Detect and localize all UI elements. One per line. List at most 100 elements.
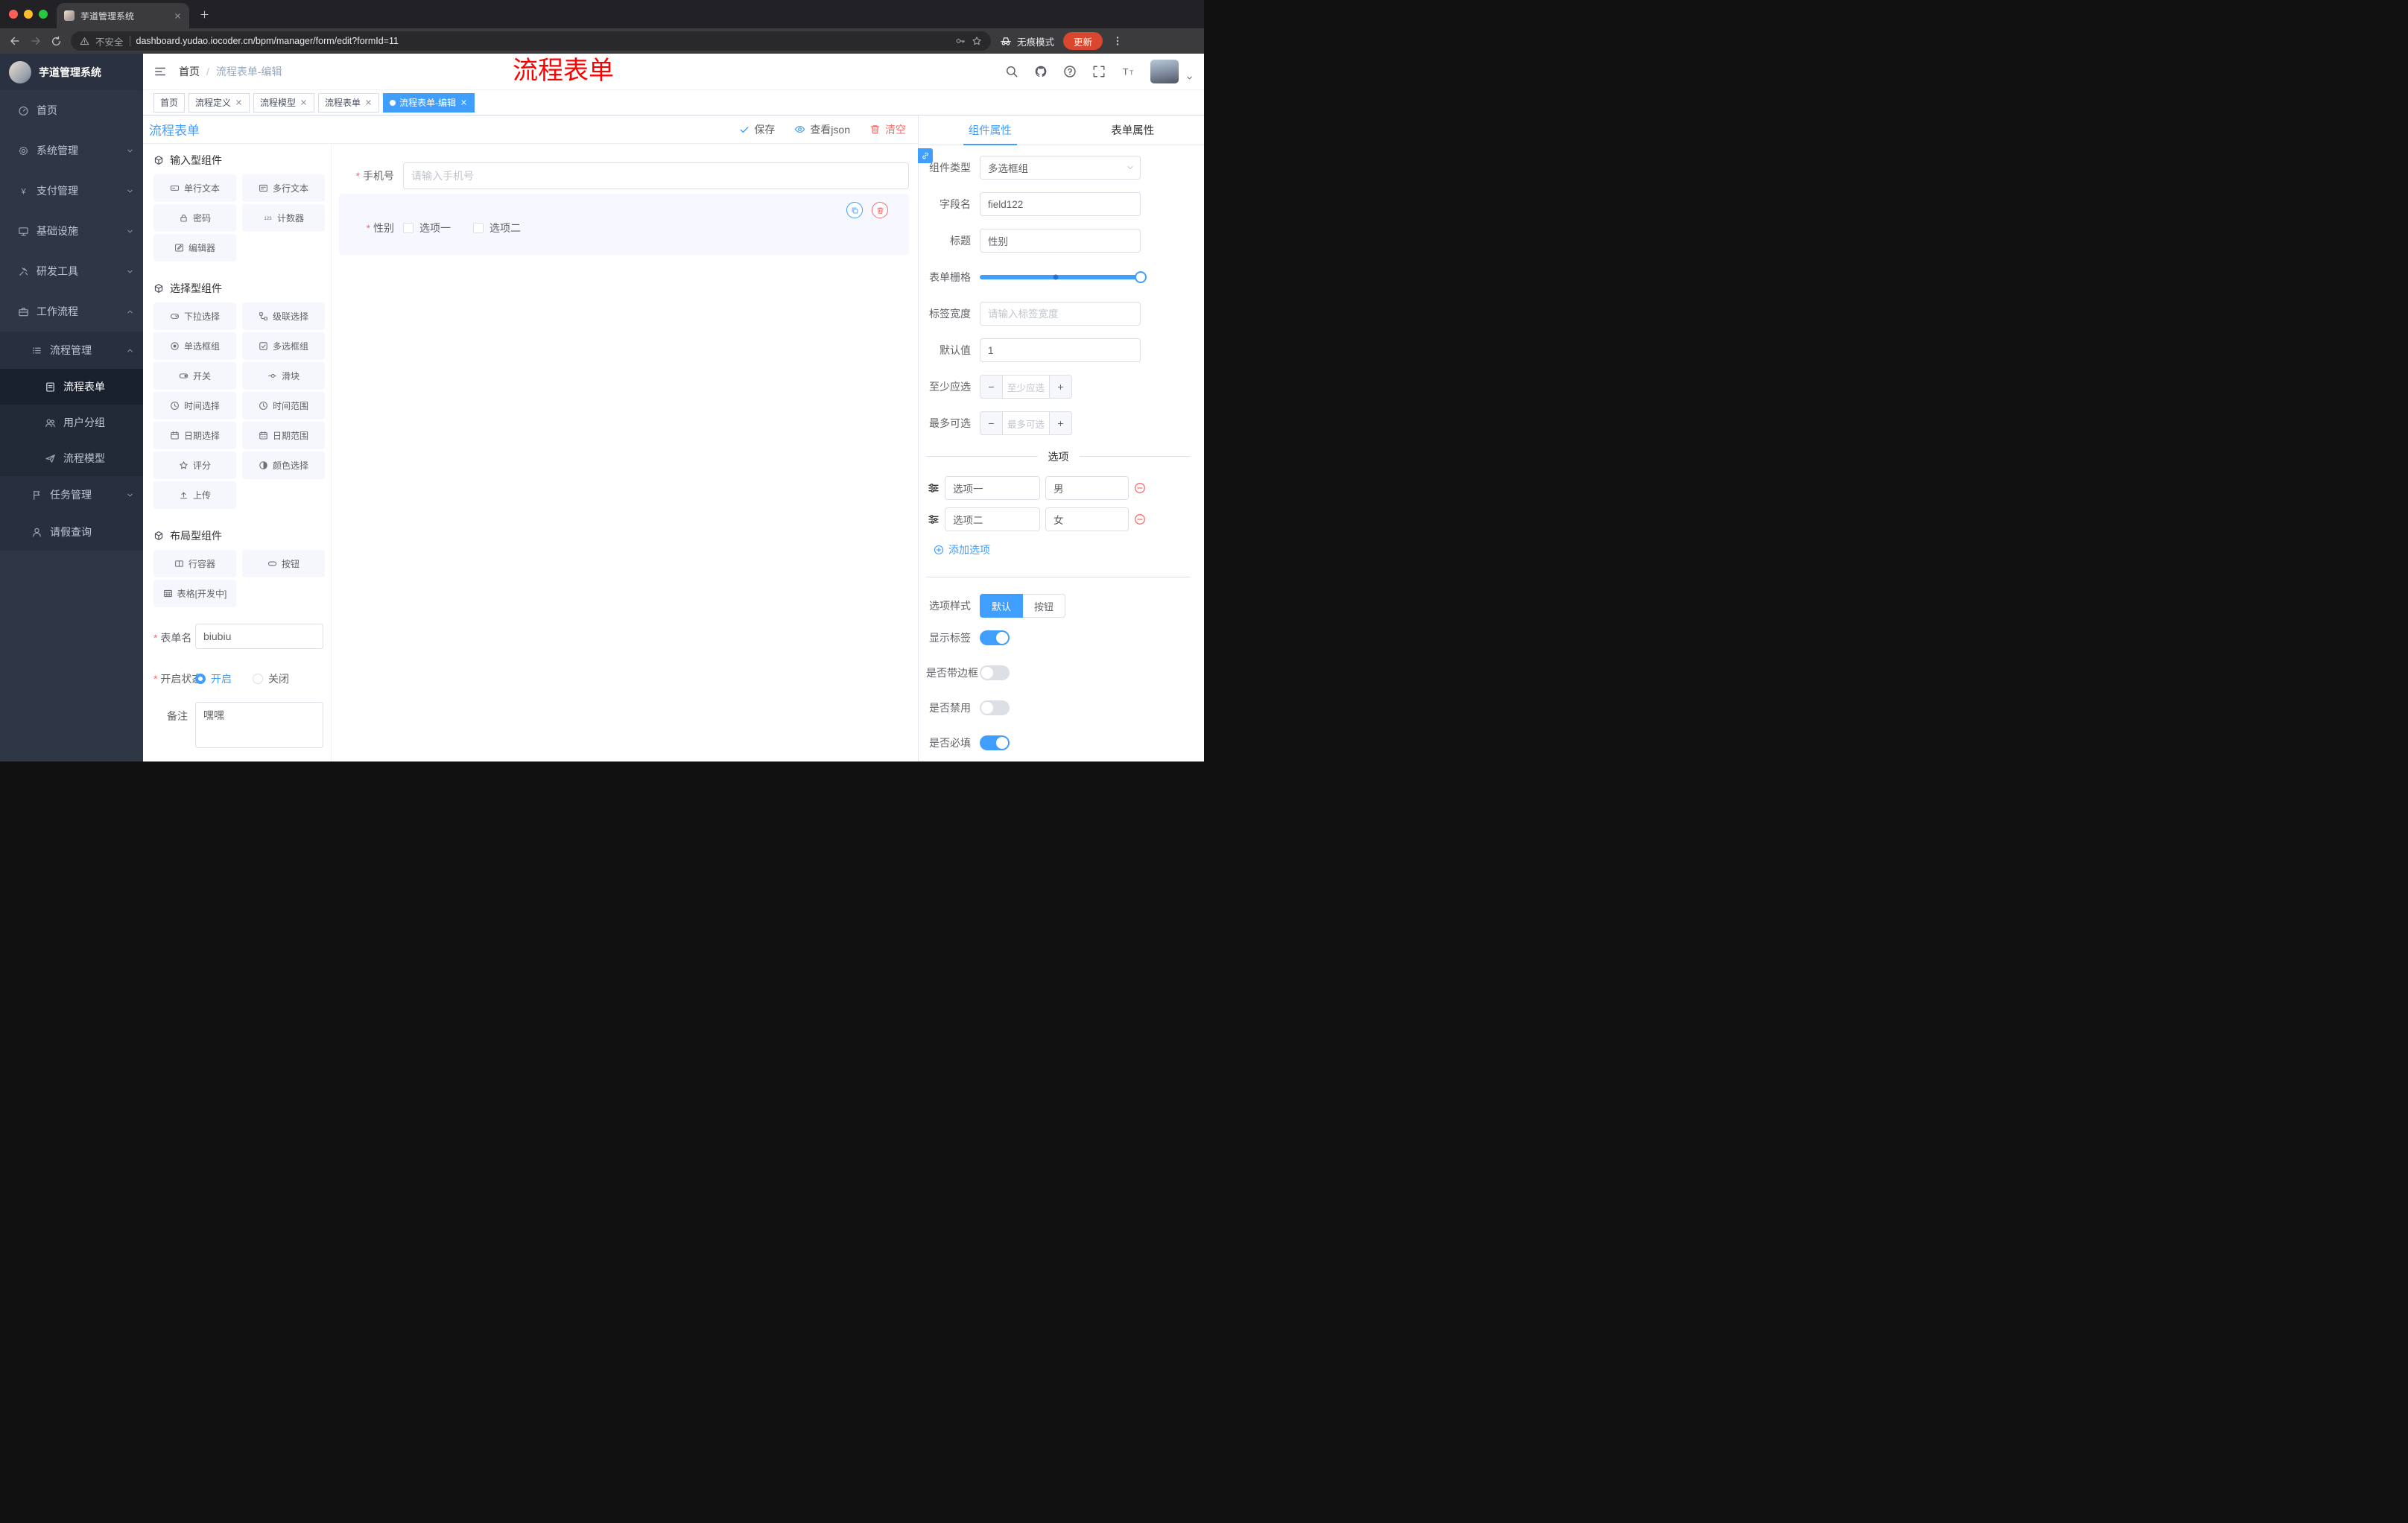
palette-item-button[interactable]: 按钮 bbox=[242, 550, 325, 577]
remark-textarea[interactable]: 嘿嘿 bbox=[195, 702, 323, 748]
gender-option-2-checkbox[interactable]: 选项二 bbox=[473, 221, 521, 235]
gender-option-1-checkbox[interactable]: 选项一 bbox=[403, 221, 451, 235]
drag-handle-icon[interactable] bbox=[928, 482, 940, 494]
palette-item-multi-line-text[interactable]: 多行文本 bbox=[242, 174, 325, 202]
palette-item-upload[interactable]: 上传 bbox=[153, 481, 236, 509]
option-1-value-input[interactable] bbox=[1045, 476, 1129, 500]
reload-icon[interactable] bbox=[51, 36, 62, 47]
tab-close-icon[interactable] bbox=[174, 12, 182, 20]
tag-process-form[interactable]: 流程表单 bbox=[318, 92, 380, 113]
tag-process-form-edit[interactable]: 流程表单-编辑 bbox=[383, 92, 475, 113]
view-json-button[interactable]: 查看json bbox=[794, 122, 850, 137]
title-input[interactable] bbox=[980, 229, 1141, 253]
palette-item-cascader[interactable]: 级联选择 bbox=[242, 303, 325, 330]
phone-input[interactable] bbox=[403, 162, 909, 189]
font-size-icon[interactable] bbox=[1121, 65, 1135, 78]
sidebar-item-process-form[interactable]: 流程表单 bbox=[0, 369, 143, 405]
sidebar-item-task-management[interactable]: 任务管理 bbox=[0, 476, 143, 513]
show-label-switch[interactable] bbox=[980, 630, 1010, 645]
tag-close-icon[interactable] bbox=[364, 98, 373, 107]
help-icon[interactable] bbox=[1063, 65, 1077, 78]
browser-tab[interactable]: 芋道管理系统 bbox=[57, 3, 189, 28]
fullscreen-icon[interactable] bbox=[1092, 65, 1106, 78]
avatar[interactable] bbox=[1150, 60, 1179, 83]
window-minimize-button[interactable] bbox=[24, 10, 33, 19]
form-name-input[interactable] bbox=[195, 624, 323, 649]
key-icon[interactable] bbox=[955, 36, 966, 46]
tag-process-model[interactable]: 流程模型 bbox=[253, 92, 315, 113]
increase-button[interactable]: + bbox=[1049, 376, 1071, 398]
tag-close-icon[interactable] bbox=[235, 98, 243, 107]
sidebar-item-payment[interactable]: 支付管理 bbox=[0, 171, 143, 211]
style-default-button[interactable]: 默认 bbox=[980, 594, 1024, 618]
forward-icon[interactable] bbox=[30, 35, 42, 47]
required-switch[interactable] bbox=[980, 735, 1010, 750]
palette-item-table[interactable]: 表格[开发中] bbox=[153, 580, 236, 607]
decrease-button[interactable]: − bbox=[980, 376, 1003, 398]
save-button[interactable]: 保存 bbox=[739, 122, 775, 137]
copy-component-button[interactable] bbox=[846, 202, 863, 218]
style-button-button[interactable]: 按钮 bbox=[1023, 594, 1066, 618]
option-2-label-input[interactable] bbox=[945, 507, 1040, 531]
delete-component-button[interactable] bbox=[872, 202, 888, 218]
form-grid-slider[interactable] bbox=[980, 265, 1147, 289]
stepper-placeholder[interactable]: 至少应选 bbox=[1003, 376, 1049, 398]
sidebar-item-leave-query[interactable]: 请假查询 bbox=[0, 513, 143, 551]
sidebar-item-user-group[interactable]: 用户分组 bbox=[0, 405, 143, 440]
form-canvas[interactable]: 手机号 bbox=[332, 144, 918, 762]
link-badge[interactable] bbox=[918, 148, 933, 163]
palette-item-date-picker[interactable]: 日期选择 bbox=[153, 422, 236, 449]
tag-home[interactable]: 首页 bbox=[153, 92, 186, 113]
tag-close-icon[interactable] bbox=[300, 98, 308, 107]
component-type-select[interactable]: 多选框组 bbox=[980, 156, 1141, 180]
palette-item-time-range[interactable]: 时间范围 bbox=[242, 392, 325, 419]
disabled-switch[interactable] bbox=[980, 700, 1010, 715]
tag-process-definition[interactable]: 流程定义 bbox=[188, 92, 250, 113]
window-zoom-button[interactable] bbox=[39, 10, 48, 19]
address-bar[interactable]: 不安全 dashboard.yudao.iocoder.cn/bpm/manag… bbox=[71, 31, 991, 51]
sidebar-item-process-model[interactable]: 流程模型 bbox=[0, 440, 143, 476]
decrease-button[interactable]: − bbox=[980, 412, 1003, 434]
palette-item-rate[interactable]: 评分 bbox=[153, 452, 236, 479]
field-name-input[interactable] bbox=[980, 192, 1141, 216]
search-icon[interactable] bbox=[1005, 65, 1018, 78]
remove-option-icon[interactable] bbox=[1134, 513, 1146, 525]
breadcrumb-home[interactable]: 首页 bbox=[179, 64, 200, 79]
back-icon[interactable] bbox=[9, 35, 21, 47]
palette-item-date-range[interactable]: 日期范围 bbox=[242, 422, 325, 449]
palette-item-time-picker[interactable]: 时间选择 bbox=[153, 392, 236, 419]
tab-form-props[interactable]: 表单属性 bbox=[1062, 115, 1205, 145]
sidebar-item-devtools[interactable]: 研发工具 bbox=[0, 251, 143, 291]
palette-item-radio-group[interactable]: 单选框组 bbox=[153, 332, 236, 360]
tag-close-icon[interactable] bbox=[460, 98, 468, 107]
hamburger-icon[interactable] bbox=[153, 65, 167, 78]
palette-item-color-picker[interactable]: 颜色选择 bbox=[242, 452, 325, 479]
slider-handle[interactable] bbox=[1135, 271, 1147, 283]
stepper-placeholder[interactable]: 最多可选 bbox=[1003, 412, 1049, 434]
palette-item-slider[interactable]: 滑块 bbox=[242, 362, 325, 390]
default-value-input[interactable] bbox=[980, 338, 1141, 362]
increase-button[interactable]: + bbox=[1049, 412, 1071, 434]
sidebar-item-process-management[interactable]: 流程管理 bbox=[0, 332, 143, 369]
sidebar-item-infrastructure[interactable]: 基础设施 bbox=[0, 211, 143, 251]
browser-menu-icon[interactable] bbox=[1112, 35, 1124, 47]
github-icon[interactable] bbox=[1034, 65, 1048, 78]
phone-field-row[interactable]: 手机号 bbox=[339, 162, 909, 189]
palette-item-password[interactable]: 密码 bbox=[153, 204, 236, 232]
gender-field-row-selected[interactable]: 性别 选项一 选项二 bbox=[339, 194, 909, 255]
palette-item-row-container[interactable]: 行容器 bbox=[153, 550, 236, 577]
bookmark-star-icon[interactable] bbox=[972, 36, 982, 46]
sidebar-item-workflow[interactable]: 工作流程 bbox=[0, 291, 143, 332]
window-close-button[interactable] bbox=[9, 10, 18, 19]
palette-item-checkbox-group[interactable]: 多选框组 bbox=[242, 332, 325, 360]
palette-item-counter[interactable]: 计数器 bbox=[242, 204, 325, 232]
palette-item-switch[interactable]: 开关 bbox=[153, 362, 236, 390]
status-radio-on[interactable]: 开启 bbox=[195, 671, 232, 686]
tag-width-input[interactable] bbox=[980, 302, 1141, 326]
tab-component-props[interactable]: 组件属性 bbox=[919, 115, 1062, 145]
remove-option-icon[interactable] bbox=[1134, 482, 1146, 494]
drag-handle-icon[interactable] bbox=[928, 513, 940, 525]
clear-button[interactable]: 清空 bbox=[869, 122, 906, 137]
border-switch[interactable] bbox=[980, 665, 1010, 680]
sidebar-item-home[interactable]: 首页 bbox=[0, 90, 143, 130]
